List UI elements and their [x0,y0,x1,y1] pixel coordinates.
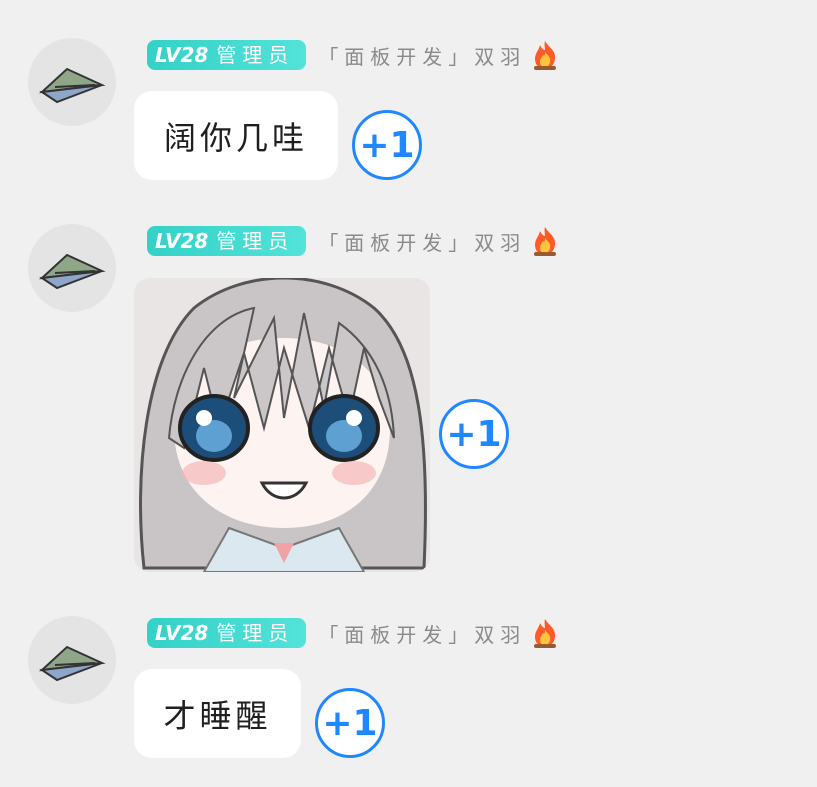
role-text: 管理员 [216,43,295,67]
paper-plane-icon [39,67,106,104]
role-text: 管理员 [216,229,295,253]
message-text: 才睡醒 [163,696,272,735]
message-meta: LV28 管理员 「面板开发」双羽 [147,226,562,256]
plus-one-button[interactable]: +1 [439,399,509,469]
fire-icon [534,41,557,70]
level-badge: LV28 管理员 [147,226,307,256]
avatar[interactable] [28,224,116,312]
user-title: 「面板开发」双羽 [318,622,527,647]
message-text: 阔你几哇 [163,118,308,157]
plus-one-label: +1 [322,702,378,744]
anime-girl-illustration [134,278,430,572]
level-badge: LV28 管理员 [147,40,307,70]
anime-sticker-image[interactable] [134,278,430,572]
paper-plane-icon [39,645,106,682]
plus-one-button[interactable]: +1 [352,110,422,180]
level-text: LV28 [155,621,209,645]
avatar[interactable] [28,38,116,126]
plus-one-label: +1 [446,413,502,455]
message-meta: LV28 管理员 「面板开发」双羽 [147,618,562,648]
level-text: LV28 [155,43,209,67]
user-title: 「面板开发」双羽 [318,230,527,255]
message-bubble[interactable]: 才睡醒 [134,669,301,758]
user-title: 「面板开发」双羽 [318,44,527,69]
plus-one-label: +1 [359,124,415,166]
message-bubble[interactable]: 阔你几哇 [134,91,338,180]
plus-one-button[interactable]: +1 [315,688,385,758]
role-text: 管理员 [216,621,295,645]
message-meta: LV28 管理员 「面板开发」双羽 [147,40,562,70]
fire-icon [534,619,557,648]
level-badge: LV28 管理员 [147,618,307,648]
fire-icon [534,227,557,256]
level-text: LV28 [155,229,209,253]
avatar[interactable] [28,616,116,704]
paper-plane-icon [39,253,106,290]
